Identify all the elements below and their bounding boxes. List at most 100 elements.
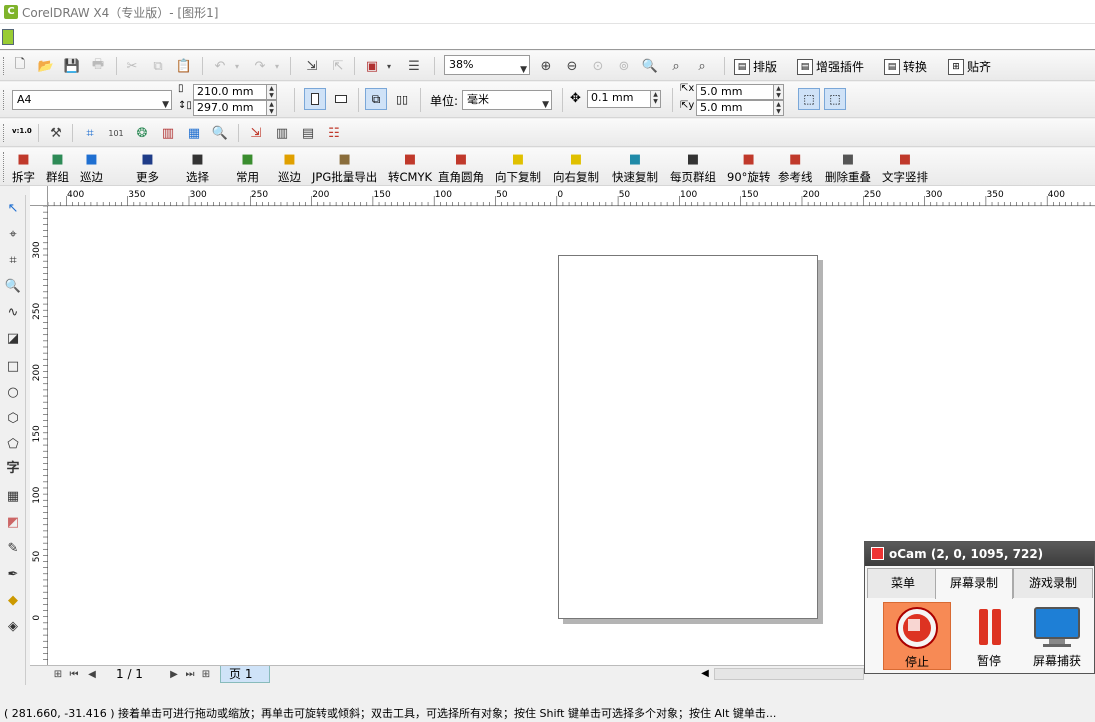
circle-layout-icon[interactable]: ❂ <box>132 123 152 143</box>
calendar-icon[interactable]: ▦ <box>184 123 204 143</box>
spinner-icon[interactable]: ▲ ▼ <box>650 90 661 108</box>
ocam-pause-button[interactable]: 暂停 <box>955 602 1023 670</box>
current-page-button[interactable]: ▯▯ <box>391 88 413 110</box>
application-launcher-icon[interactable]: ▣ <box>362 56 382 76</box>
toolbar-grip[interactable] <box>3 124 6 142</box>
shape-tool-icon[interactable]: ⌖ <box>3 225 23 245</box>
horizontal-ruler[interactable]: 400 350 300 250 200 150 100 50 0 50 100 150 200 250 30… <box>48 186 1095 206</box>
draw-bounding-box-button[interactable]: ⬚ <box>824 88 846 110</box>
copy-icon[interactable]: ⧉ <box>148 56 168 76</box>
undo-dropdown-icon[interactable]: ▾ <box>232 56 242 76</box>
text-tool-icon[interactable]: 字 <box>3 459 23 479</box>
numbering-icon[interactable]: 101 <box>106 123 126 143</box>
unit-combo[interactable]: 毫米 ▼ <box>462 90 552 110</box>
zoom-selected-icon[interactable]: ⊙ <box>588 56 608 76</box>
plugin-snap-button[interactable]: ⊞ 贴齐 <box>948 58 991 75</box>
plugin-button-7[interactable]: ■ JPG批量导出 <box>312 152 377 185</box>
plugin-layout-button[interactable]: ▤ 排版 <box>734 58 777 75</box>
plugin-button-9[interactable]: ■ 直角圆角 <box>438 152 484 185</box>
crop-marks-icon[interactable]: ⌗ <box>80 123 100 143</box>
vertical-ruler[interactable]: 300 250 200 150 100 50 0 <box>30 206 48 666</box>
cut-icon[interactable]: ✂ <box>122 56 142 76</box>
export-icon[interactable]: ⇱ <box>328 56 348 76</box>
ocam-title-bar[interactable]: oCam (2, 0, 1095, 722) <box>865 542 1094 566</box>
undo-icon[interactable]: ↶ <box>210 56 230 76</box>
spinner-icon[interactable]: ▲ ▼ <box>773 100 784 116</box>
find-icon[interactable]: 🔍 <box>210 123 230 143</box>
zoom-all-icon[interactable]: ⊚ <box>614 56 634 76</box>
welcome-screen-icon[interactable]: ☰ <box>404 56 424 76</box>
save-icon[interactable]: 💾 <box>62 56 82 76</box>
duplicate-y-field[interactable]: 5.0 mm ▲ ▼ <box>696 100 784 116</box>
zoom-in-icon[interactable]: ⊕ <box>536 56 556 76</box>
plugin-button-15[interactable]: ■ 参考线 <box>778 152 813 185</box>
plugin-button-6[interactable]: ■ 巡边 <box>278 152 301 185</box>
document-page[interactable] <box>558 255 818 619</box>
page-tab[interactable]: 页 1 <box>220 666 270 683</box>
plugin-button-10[interactable]: ■ 向下复制 <box>495 152 541 185</box>
crop-tool-icon[interactable]: ⌗ <box>3 251 23 271</box>
plugin-button-12[interactable]: ■ 快速复制 <box>612 152 658 185</box>
page-height-field[interactable]: 297.0 mm ▲ ▼ <box>193 100 277 116</box>
zoom-page-icon[interactable]: 🔍 <box>640 56 660 76</box>
interactive-blend-tool-icon[interactable]: ◩ <box>3 513 23 533</box>
zoom-level-combo[interactable]: 38% ▼ <box>444 55 530 75</box>
redo-dropdown-icon[interactable]: ▾ <box>272 56 282 76</box>
chart-icon[interactable]: ▥ <box>158 123 178 143</box>
print-icon[interactable]: 🖶 <box>88 56 108 76</box>
redo-icon[interactable]: ↷ <box>250 56 270 76</box>
launcher-dropdown-icon[interactable]: ▾ <box>384 56 394 76</box>
paste-icon[interactable]: 📋 <box>174 56 194 76</box>
toolbar-grip[interactable] <box>3 57 6 75</box>
document-icon[interactable] <box>2 29 14 45</box>
pick-tool-icon[interactable]: ↖ <box>3 199 23 219</box>
eyedropper-tool-icon[interactable]: ✎ <box>3 539 23 559</box>
add-page-after-icon[interactable]: ⊞ <box>196 666 216 682</box>
import-icon[interactable]: ⇲ <box>302 56 322 76</box>
plugin-button-1[interactable]: ■ 群组 <box>46 152 69 185</box>
plugin-button-4[interactable]: ■ 选择 <box>186 152 209 185</box>
spinner-icon[interactable]: ▲ ▼ <box>266 100 277 116</box>
outline-tool-icon[interactable]: ✒ <box>3 565 23 585</box>
table-tool-icon[interactable]: ▦ <box>3 487 23 507</box>
plugin-button-11[interactable]: ■ 向右复制 <box>553 152 599 185</box>
barcode-icon[interactable]: ▥ <box>272 123 292 143</box>
portrait-button[interactable] <box>304 88 326 110</box>
plugin-enhance-button[interactable]: ▤ 增强插件 <box>797 58 864 75</box>
scroll-left-icon[interactable]: ◀ <box>698 668 712 682</box>
ocam-capture-button[interactable]: 屏幕捕获 <box>1023 602 1091 670</box>
ocam-tab-game-record[interactable]: 游戏录制 <box>1013 568 1093 598</box>
spinner-icon[interactable]: ▲ ▼ <box>773 84 784 100</box>
nudge-distance-field[interactable]: 0.1 mm ▲ ▼ <box>587 90 661 108</box>
open-icon[interactable]: 📂 <box>36 56 56 76</box>
export-macro-icon[interactable]: ⇲ <box>246 123 266 143</box>
ocam-stop-button[interactable]: 停止 <box>883 602 951 670</box>
list-macro-icon[interactable]: ☷ <box>324 123 344 143</box>
ruler-origin[interactable] <box>30 186 48 206</box>
zoom-height-icon[interactable]: ⌕ <box>692 56 712 76</box>
ellipse-tool-icon[interactable]: ○ <box>3 383 23 403</box>
tools-icon[interactable]: ⚒ <box>46 123 66 143</box>
toolbar-grip[interactable] <box>3 90 6 110</box>
zoom-tool-icon[interactable]: 🔍 <box>3 277 23 297</box>
first-page-icon[interactable]: ⏮ <box>64 666 84 682</box>
previous-page-icon[interactable]: ◀ <box>82 666 102 682</box>
plugin-button-0[interactable]: ■ 拆字 <box>12 152 35 185</box>
duplicate-x-field[interactable]: 5.0 mm ▲ ▼ <box>696 84 784 100</box>
ocam-tab-menu[interactable]: 菜单 <box>867 568 939 598</box>
zoom-width-icon[interactable]: ⌕ <box>666 56 686 76</box>
landscape-button[interactable] <box>330 88 352 110</box>
spinner-icon[interactable]: ▲ ▼ <box>266 84 277 100</box>
zoom-out-icon[interactable]: ⊖ <box>562 56 582 76</box>
plugin-button-17[interactable]: ■ 文字竖排 <box>882 152 928 185</box>
smart-fill-tool-icon[interactable]: ◪ <box>3 329 23 349</box>
ocam-tab-screen-record[interactable]: 屏幕录制 <box>935 568 1013 599</box>
basic-shapes-tool-icon[interactable]: ⬠ <box>3 435 23 455</box>
paper-size-combo[interactable]: A4 ▼ <box>12 90 172 110</box>
page-width-field[interactable]: 210.0 mm ▲ ▼ <box>193 84 277 100</box>
plugin-button-8[interactable]: ■ 转CMYK <box>388 152 432 185</box>
fill-tool-icon[interactable]: ◆ <box>3 591 23 611</box>
all-pages-button[interactable]: ⧉ <box>365 88 387 110</box>
horizontal-scrollbar[interactable] <box>714 668 864 680</box>
plugin-button-3[interactable]: ■ 更多 <box>136 152 159 185</box>
